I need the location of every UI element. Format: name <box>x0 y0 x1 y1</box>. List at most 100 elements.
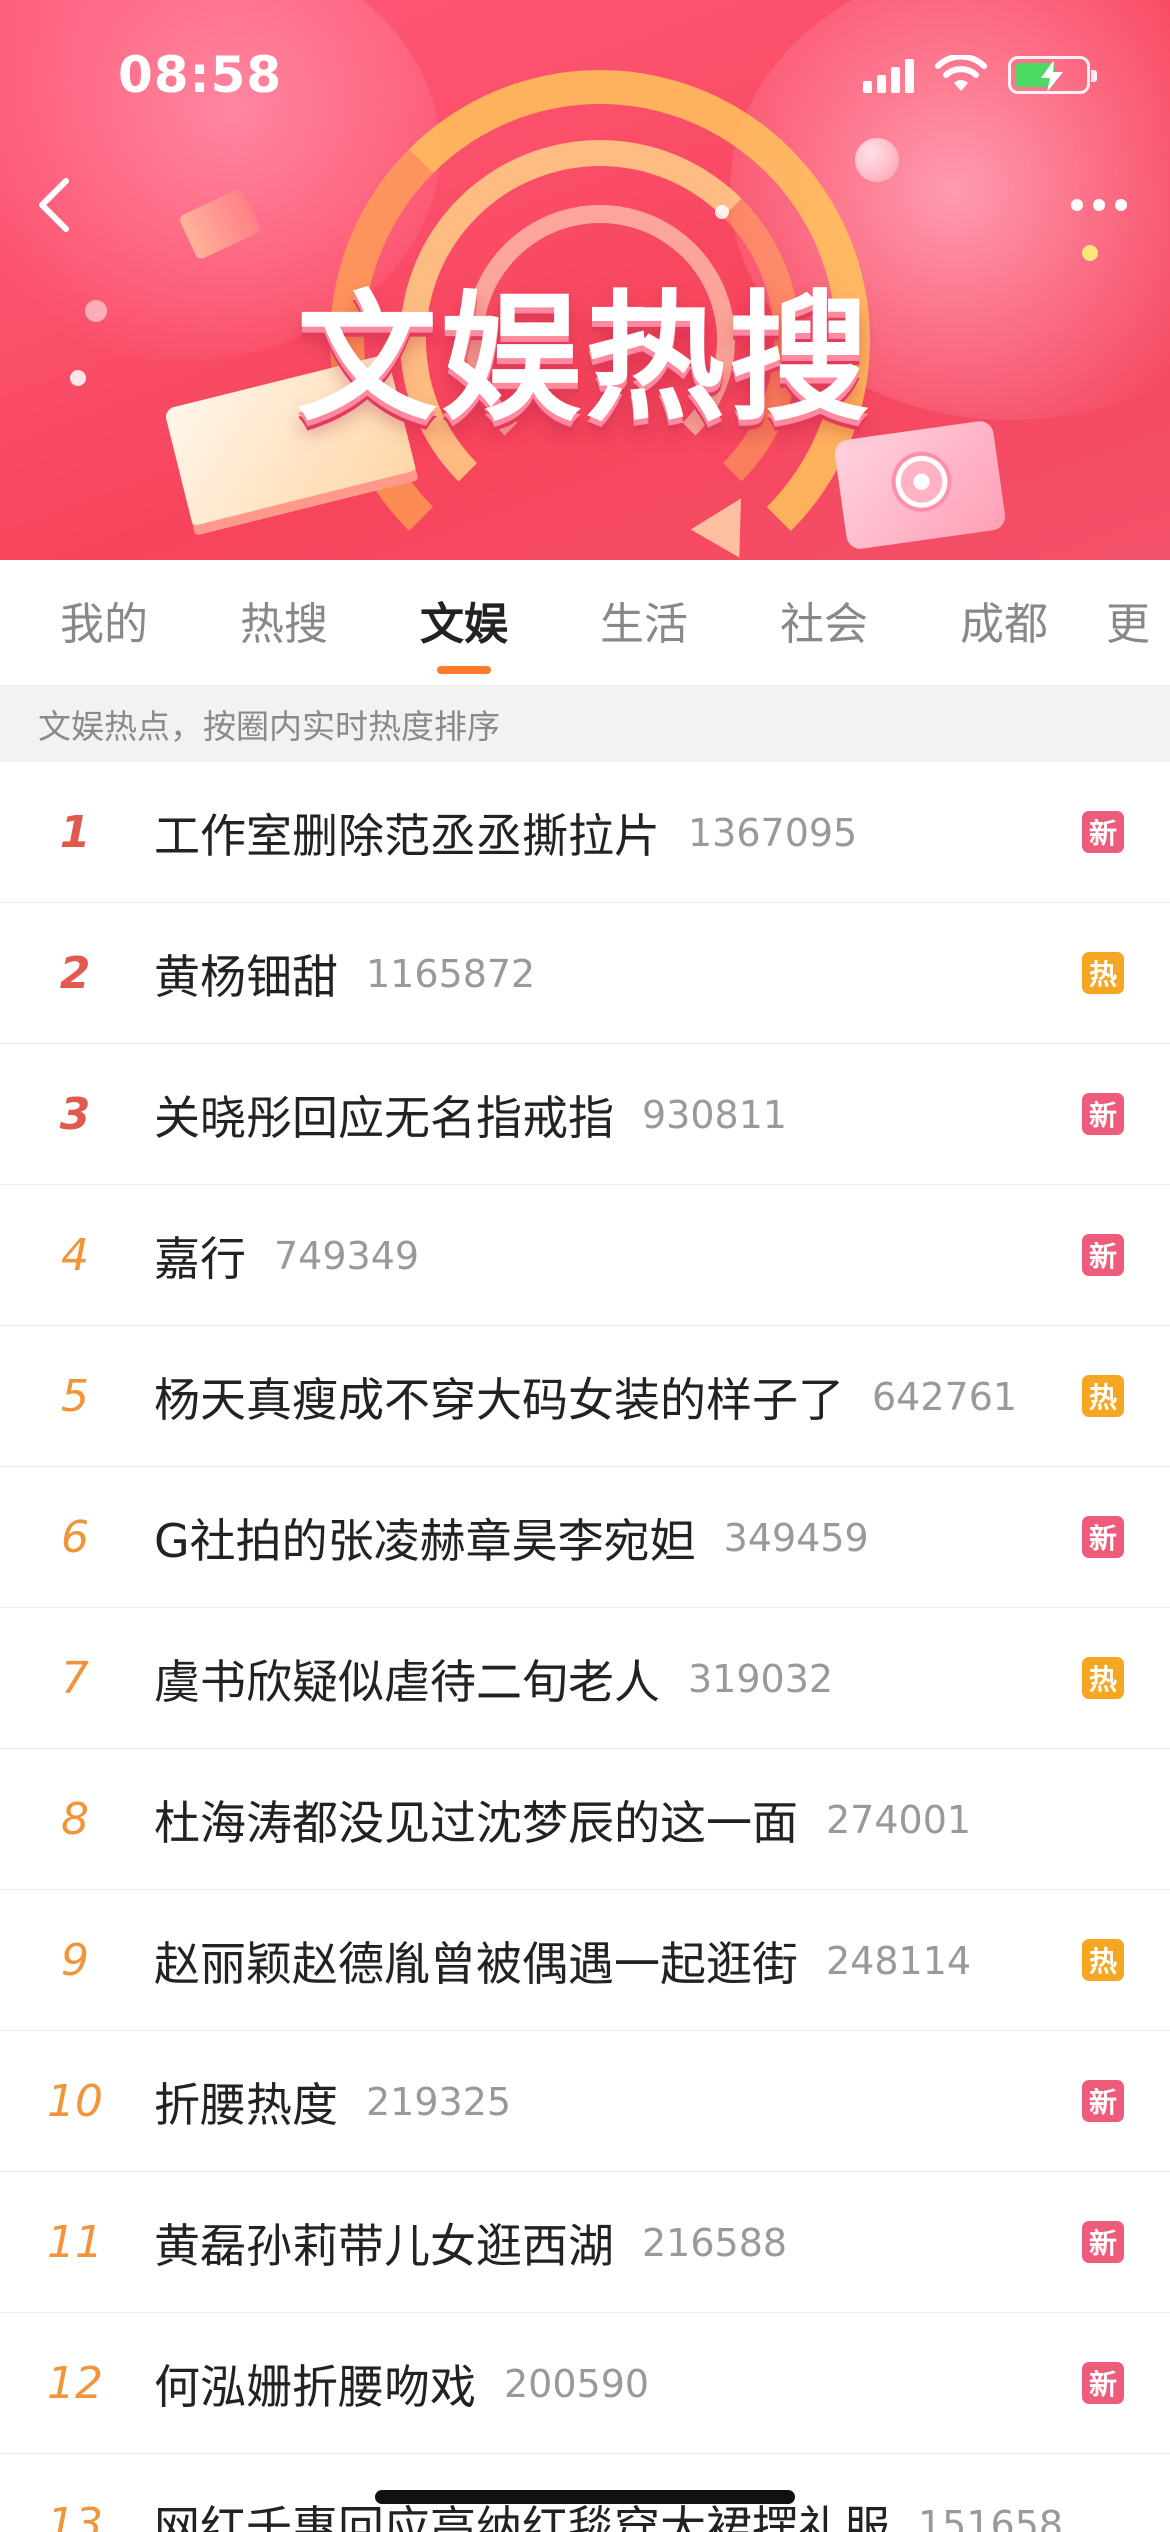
tab-label: 社会 <box>780 599 868 650</box>
new-badge: 新 <box>1082 2221 1124 2263</box>
rank-number: 3 <box>59 1089 91 1140</box>
topic: 赵丽颖赵德胤曾被偶遇一起逛街 248114 <box>154 1890 971 2031</box>
tab-label: 成都 <box>960 599 1048 650</box>
list-item[interactable]: 7 虞书欣疑似虐待二旬老人 319032 热 <box>0 1608 1170 1749</box>
list-item[interactable]: 8 杜海涛都没见过沈梦辰的这一面 274001 <box>0 1749 1170 1890</box>
header-banner: 文娱热搜 08:58 <box>0 0 1170 560</box>
topic: 虞书欣疑似虐待二旬老人 319032 <box>154 1608 833 1749</box>
wifi-icon <box>934 53 988 95</box>
rank-number: 2 <box>59 948 91 999</box>
more-dots-icon <box>1093 199 1105 211</box>
heat-count: 1165872 <box>366 951 536 996</box>
list-item[interactable]: 12 何泓姗折腰吻戏 200590 新 <box>0 2313 1170 2454</box>
topic-title: 黄磊孙莉带儿女逛西湖 <box>154 2218 614 2273</box>
battery-charging-icon <box>1008 56 1097 94</box>
rank-number: 12 <box>47 2358 103 2409</box>
topic: G社拍的张凌赫章昊李宛妲 349459 <box>154 1467 869 1608</box>
topic-title: 工作室删除范丞丞撕拉片 <box>154 808 660 863</box>
topic-title: 赵丽颖赵德胤曾被偶遇一起逛街 <box>154 1936 798 1991</box>
topic: 黄杨钿甜 1165872 <box>154 903 535 1044</box>
tab-label: 我的 <box>60 599 148 650</box>
list-item[interactable]: 4 嘉行 749349 新 <box>0 1185 1170 1326</box>
topic: 杨天真瘦成不穿大码女装的样子了 642761 <box>154 1326 1017 1467</box>
back-button[interactable] <box>24 170 84 240</box>
heat-count: 274001 <box>826 1797 972 1842</box>
tab-mine[interactable]: 我的 <box>14 560 194 686</box>
sparkle-dot <box>715 205 729 219</box>
hot-search-list: 1 工作室删除范丞丞撕拉片 1367095 新 2 黄杨钿甜 1165872 热 3 关晓彤回应无… <box>0 762 1170 2532</box>
tab-label: 更 <box>1106 599 1150 650</box>
heat-count: 749349 <box>274 1233 420 1278</box>
rank-number: 5 <box>61 1371 89 1422</box>
tab-more[interactable]: 更 <box>1094 560 1154 686</box>
rank-number: 9 <box>61 1935 89 1986</box>
heat-count: 219325 <box>366 2079 512 2124</box>
heat-count: 642761 <box>872 1374 1018 1419</box>
new-badge: 新 <box>1082 1234 1124 1276</box>
list-item[interactable]: 9 赵丽颖赵德胤曾被偶遇一起逛街 248114 热 <box>0 1890 1170 2031</box>
heat-count: 349459 <box>723 1515 869 1560</box>
rank-number: 8 <box>61 1794 89 1845</box>
topic: 折腰热度 219325 <box>154 2031 511 2172</box>
list-item[interactable]: 6 G社拍的张凌赫章昊李宛妲 349459 新 <box>0 1467 1170 1608</box>
list-item[interactable]: 11 黄磊孙莉带儿女逛西湖 216588 新 <box>0 2172 1170 2313</box>
topic-title: 黄杨钿甜 <box>154 949 338 1004</box>
list-description: 文娱热点，按圈内实时热度排序 <box>0 686 1170 762</box>
topic-title: 折腰热度 <box>154 2077 338 2132</box>
hot-badge: 热 <box>1082 1657 1124 1699</box>
topic-title: G社拍的张凌赫章昊李宛妲 <box>154 1513 696 1568</box>
topic-title: 杨天真瘦成不穿大码女装的样子了 <box>154 1372 844 1427</box>
rank-number: 7 <box>61 1653 89 1704</box>
rank-number: 1 <box>59 807 91 858</box>
new-badge: 新 <box>1082 2080 1124 2122</box>
topic-title: 嘉行 <box>154 1231 246 1286</box>
hot-badge: 热 <box>1082 1375 1124 1417</box>
heat-count: 319032 <box>688 1656 834 1701</box>
topic-title: 何泓姗折腰吻戏 <box>154 2359 476 2414</box>
heat-count: 1367095 <box>688 810 858 855</box>
topic: 工作室删除范丞丞撕拉片 1367095 <box>154 762 857 903</box>
topic: 关晓彤回应无名指戒指 930811 <box>154 1044 787 1185</box>
list-item[interactable]: 1 工作室删除范丞丞撕拉片 1367095 新 <box>0 762 1170 903</box>
rank-number: 13 <box>47 2499 103 2532</box>
rank-number: 11 <box>47 2217 103 2268</box>
hot-badge: 热 <box>1082 1939 1124 1981</box>
hot-badge: 热 <box>1082 952 1124 994</box>
tab-label: 热搜 <box>240 599 328 650</box>
new-badge: 新 <box>1082 811 1124 853</box>
list-item[interactable]: 5 杨天真瘦成不穿大码女装的样子了 642761 热 <box>0 1326 1170 1467</box>
tab-label: 文娱 <box>420 599 508 650</box>
more-dots-icon <box>1115 199 1127 211</box>
list-item[interactable]: 2 黄杨钿甜 1165872 热 <box>0 903 1170 1044</box>
category-tabs: 我的 热搜 文娱 生活 社会 成都 更 <box>0 560 1170 686</box>
heat-count: 151658 <box>918 2502 1064 2532</box>
tab-chengdu[interactable]: 成都 <box>914 560 1094 686</box>
tab-hot-search[interactable]: 热搜 <box>194 560 374 686</box>
more-options-button[interactable] <box>1054 180 1144 230</box>
list-item[interactable]: 3 关晓彤回应无名指戒指 930811 新 <box>0 1044 1170 1185</box>
home-indicator <box>375 2490 795 2504</box>
heat-count: 200590 <box>504 2361 650 2406</box>
tab-life[interactable]: 生活 <box>554 560 734 686</box>
topic-title: 杜海涛都没见过沈梦辰的这一面 <box>154 1795 798 1850</box>
more-dots-icon <box>1071 199 1083 211</box>
page-title: 文娱热搜 <box>296 278 873 441</box>
tab-entertainment[interactable]: 文娱 <box>374 560 554 686</box>
rank-number: 10 <box>47 2076 103 2127</box>
topic-title: 关晓彤回应无名指戒指 <box>154 1090 614 1145</box>
heat-count: 216588 <box>642 2220 788 2265</box>
planet-icon <box>855 138 899 182</box>
new-badge: 新 <box>1082 2362 1124 2404</box>
heat-count: 930811 <box>642 1092 788 1137</box>
tab-society[interactable]: 社会 <box>734 560 914 686</box>
rank-number: 4 <box>61 1230 89 1281</box>
topic: 嘉行 749349 <box>154 1185 419 1326</box>
list-item[interactable]: 10 折腰热度 219325 新 <box>0 2031 1170 2172</box>
new-badge: 新 <box>1082 1516 1124 1558</box>
heat-count: 248114 <box>826 1938 972 1983</box>
tab-label: 生活 <box>600 599 688 650</box>
signal-icon <box>863 57 914 93</box>
topic-title: 虞书欣疑似虐待二旬老人 <box>154 1654 660 1709</box>
back-chevron-icon <box>39 178 69 232</box>
new-badge: 新 <box>1082 1093 1124 1135</box>
